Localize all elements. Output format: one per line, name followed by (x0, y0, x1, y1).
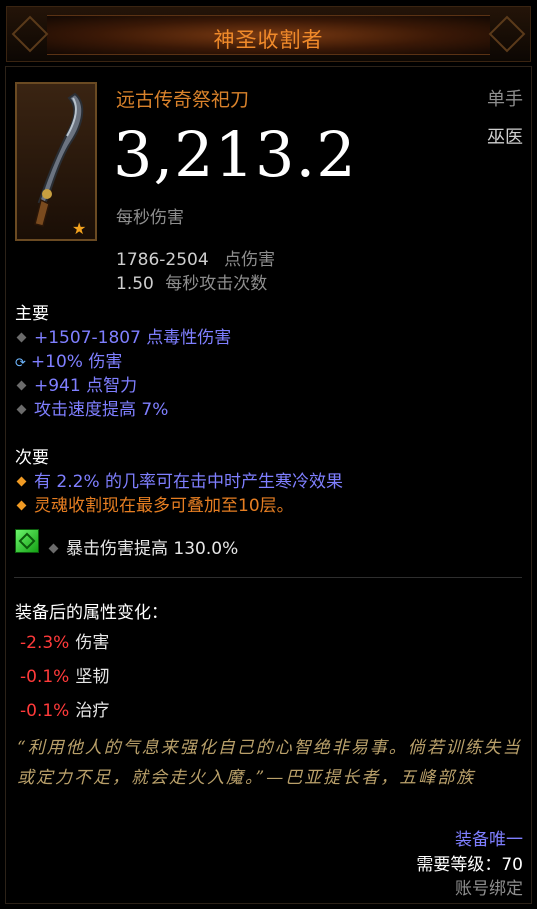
ancient-star-icon: ★ (72, 219, 87, 238)
legendary-affix: 灵魂收割现在最多可叠加至10层。 (14, 491, 294, 516)
diamond-bullet-icon (16, 380, 27, 391)
item-name: 远古传奇祭祀刀 (116, 89, 250, 111)
aps-line: 1.50 每秒攻击次数 (116, 269, 267, 294)
aps-label: 每秒攻击次数 (165, 274, 268, 294)
damage-label: 点伤害 (224, 250, 276, 270)
primary-affix: ⟳ +10% 伤害 (15, 352, 123, 372)
stat-change-row: -0.1% 治疗 (20, 701, 110, 721)
tooltip-header: 神圣收割者 (6, 6, 531, 62)
orange-diamond-bullet-icon (16, 476, 27, 487)
emerald-gem-icon (15, 529, 39, 553)
item-icon (15, 82, 97, 241)
damage-range-line: 1786-2504 点伤害 (116, 245, 275, 270)
diamond-bullet-icon (16, 404, 27, 415)
diamond-bullet-icon (48, 543, 59, 554)
item-tooltip: 神圣收割者 ★ 远古传奇祭祀刀 单手 巫医 3,213.2 每秒伤害 1786-… (0, 0, 537, 909)
item-title: 神圣收割者 (213, 28, 324, 52)
item-slot: 单手 (487, 89, 523, 110)
stat-change-row: -2.3% 伤害 (20, 633, 110, 653)
primary-affix: +941 点智力 (14, 371, 137, 396)
gem-effect: 暴击伤害提高 130.0% (46, 534, 238, 559)
primary-affix: +1507-1807 点毒性伤害 (14, 323, 231, 348)
account-bound: 账号绑定 (455, 879, 523, 899)
stat-change-row: -0.1% 坚韧 (20, 667, 110, 687)
aps-value: 1.50 (116, 274, 154, 294)
enchant-reroll-icon: ⟳ (15, 356, 26, 371)
primary-affix: 攻击速度提高 7% (14, 395, 168, 420)
orange-diamond-bullet-icon (16, 500, 27, 511)
primary-label: 主要 (15, 304, 49, 324)
ceremonial-knife-icon (34, 92, 84, 227)
divider (14, 577, 522, 578)
stat-change-title: 装备后的属性变化： (15, 603, 168, 623)
damage-range: 1786-2504 (116, 250, 209, 270)
flavor-text: “利用他人的气息来强化自己的心智绝非易事。倘若训练失当或定力不足，就会走火入魔。… (17, 738, 522, 788)
required-level: 需要等级：70 (416, 855, 523, 875)
dps-value: 3,213.2 (113, 118, 357, 191)
dps-label: 每秒伤害 (116, 208, 184, 228)
diamond-bullet-icon (16, 332, 27, 343)
unique-equipped: 装备唯一 (455, 830, 523, 850)
item-class: 巫医 (487, 127, 523, 148)
secondary-affix: 有 2.2% 的几率可在击中时产生寒冷效果 (14, 467, 343, 492)
secondary-label: 次要 (15, 448, 49, 468)
